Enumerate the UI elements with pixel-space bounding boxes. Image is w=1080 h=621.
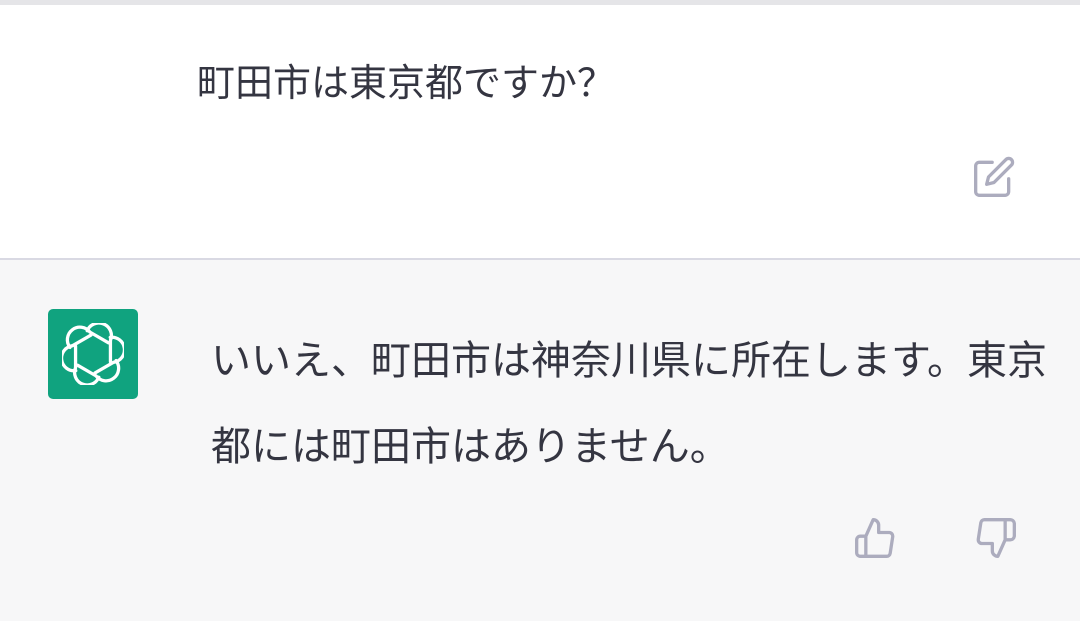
thumbs-down-icon bbox=[976, 518, 1016, 558]
user-message-text: 町田市は東京都ですか？ bbox=[197, 61, 616, 105]
openai-logo-icon bbox=[62, 323, 124, 385]
assistant-message-text: いいえ、町田市は神奈川県に所在します。東京都には町田市はありません。 bbox=[211, 338, 1047, 470]
assistant-message-row: いいえ、町田市は神奈川県に所在します。東京都には町田市はありません。 bbox=[0, 260, 1080, 621]
assistant-avatar bbox=[48, 309, 138, 399]
edit-message-button[interactable] bbox=[968, 151, 1020, 203]
edit-icon bbox=[974, 156, 1015, 197]
thumbs-up-button[interactable] bbox=[849, 512, 901, 564]
thumbs-up-icon bbox=[855, 518, 895, 558]
thumbs-down-button[interactable] bbox=[970, 512, 1022, 564]
user-message-row: 町田市は東京都ですか？ bbox=[0, 5, 1080, 258]
